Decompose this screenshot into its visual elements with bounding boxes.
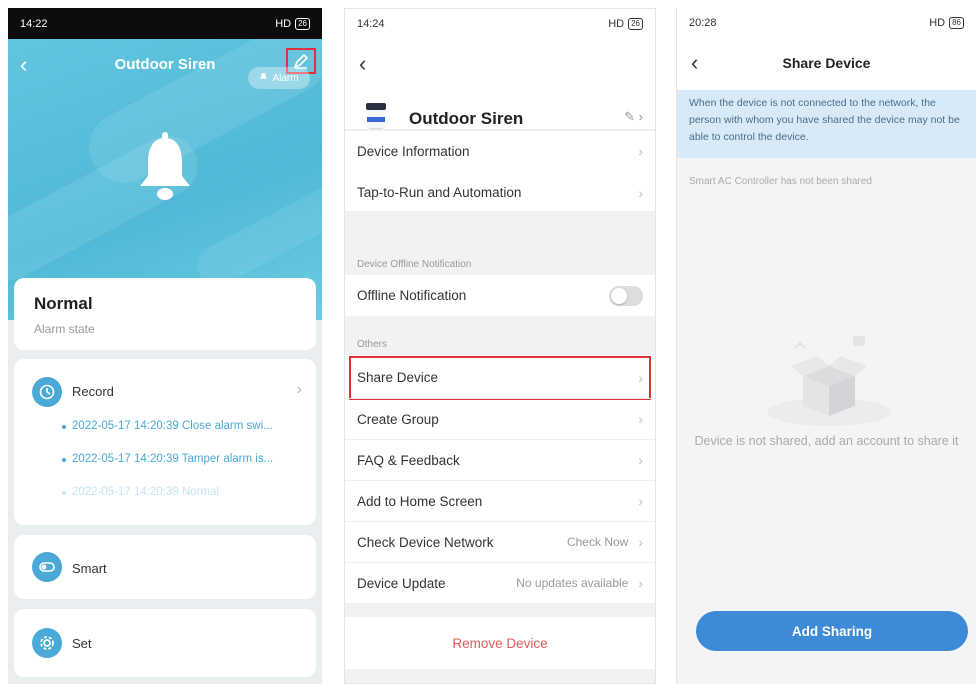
alarm-state-label: Alarm state — [34, 322, 95, 336]
menu-check-network[interactable]: Check Device Network Check Now › — [345, 521, 655, 562]
remove-device-button[interactable]: Remove Device — [345, 617, 655, 669]
battery-icon: 86 — [949, 17, 964, 29]
empty-state-text: Device is not shared, add an account to … — [694, 434, 959, 448]
clock-icon — [32, 377, 62, 407]
page-title: Share Device — [782, 55, 871, 71]
screen-device-settings: 14:24 HD 26 ‹ Outdoor Siren ✎ › Device In… — [344, 8, 656, 684]
device-name: Outdoor Siren — [409, 109, 524, 128]
chevron-right-icon: › — [638, 411, 643, 427]
back-icon[interactable]: ‹ — [359, 51, 366, 77]
network-indicator: HD — [275, 17, 292, 30]
record-line[interactable]: 2022-05-17 14:20:39 Normal — [61, 486, 219, 498]
battery-icon: 26 — [628, 18, 643, 30]
alarm-state-card: Normal Alarm state — [14, 278, 316, 350]
menu-label: Offline Notification — [357, 288, 467, 303]
bell-icon — [136, 132, 194, 207]
smart-card[interactable]: Smart — [14, 535, 316, 599]
chevron-right-icon: › — [638, 184, 643, 201]
network-indicator: HD — [608, 18, 625, 30]
screen-share-device: 20:28 HD 86 ‹ Share Device When the devic… — [676, 8, 976, 684]
battery-icon: 26 — [295, 17, 310, 30]
record-line[interactable]: 2022-05-17 14:20:39 Tamper alarm is... — [61, 453, 273, 465]
header: ‹ Share Device — [677, 38, 976, 90]
settings-card[interactable]: Set — [14, 609, 316, 677]
status-bar: 14:24 HD 26 — [345, 9, 655, 39]
alarm-button-label: Alarm — [272, 72, 299, 84]
edit-name-icon[interactable]: ✎ › — [624, 109, 643, 125]
menu-label: Check Device Network — [357, 534, 494, 550]
menu-label: Tap-to-Run and Automation — [357, 185, 522, 200]
menu-offline-notification: Offline Notification — [345, 275, 655, 316]
menu-label: Device Update — [357, 575, 446, 591]
offline-warning-notice: When the device is not connected to the … — [677, 90, 976, 158]
chevron-right-icon: › — [296, 381, 302, 398]
status-time: 20:28 — [689, 17, 717, 29]
menu-device-information[interactable]: Device Information › — [345, 130, 655, 171]
status-bar: 20:28 HD 86 — [677, 8, 976, 38]
menu-create-group[interactable]: Create Group › — [345, 398, 655, 439]
add-sharing-button[interactable]: Add Sharing — [696, 611, 968, 651]
record-card[interactable]: Record › 2022-05-17 14:20:39 Close alarm… — [14, 359, 316, 525]
gear-icon — [32, 628, 62, 658]
chevron-right-icon: › — [638, 534, 643, 550]
chevron-right-icon: › — [638, 493, 643, 509]
record-label: Record — [72, 384, 114, 399]
menu-faq-feedback[interactable]: FAQ & Feedback › — [345, 439, 655, 480]
menu-tap-to-run[interactable]: Tap-to-Run and Automation › — [345, 172, 655, 213]
menu-label: Create Group — [357, 411, 439, 427]
status-time: 14:22 — [20, 17, 48, 30]
offline-notification-toggle[interactable] — [609, 285, 643, 306]
status-time: 14:24 — [357, 18, 385, 30]
not-shared-note: Smart AC Controller has not been shared — [689, 176, 872, 187]
menu-label: FAQ & Feedback — [357, 452, 460, 468]
share-device-highlight — [349, 356, 651, 400]
set-label: Set — [72, 636, 92, 651]
menu-label: Device Information — [357, 143, 470, 159]
toggle-icon — [32, 552, 62, 582]
smart-label: Smart — [72, 561, 107, 576]
chevron-right-icon: › — [638, 452, 643, 468]
update-status: No updates available — [516, 576, 629, 590]
menu-label: Add to Home Screen — [357, 493, 483, 509]
record-line[interactable]: 2022-05-17 14:20:39 Close alarm swi... — [62, 420, 273, 432]
bell-small-icon — [259, 72, 268, 84]
check-now-label: Check Now — [566, 535, 629, 549]
network-indicator: HD — [929, 17, 946, 29]
menu-device-update[interactable]: Device Update No updates available › — [345, 562, 655, 603]
screen-device-panel: 14:22 HD 26 ‹ Outdoor Siren Alarm Normal … — [8, 8, 322, 684]
chevron-right-icon: › — [638, 143, 643, 159]
menu-add-home-screen[interactable]: Add to Home Screen › — [345, 480, 655, 521]
hero-banner: 14:22 HD 26 ‹ Outdoor Siren Alarm — [8, 8, 322, 320]
alarm-state-value: Normal — [34, 294, 93, 313]
alarm-button[interactable]: Alarm — [248, 67, 310, 89]
chevron-right-icon: › — [638, 575, 643, 591]
section-caption-others: Others — [357, 339, 388, 350]
section-caption-offline: Device Offline Notification — [357, 259, 472, 270]
status-bar: 14:22 HD 26 — [8, 8, 322, 39]
empty-box-icon — [767, 326, 901, 436]
